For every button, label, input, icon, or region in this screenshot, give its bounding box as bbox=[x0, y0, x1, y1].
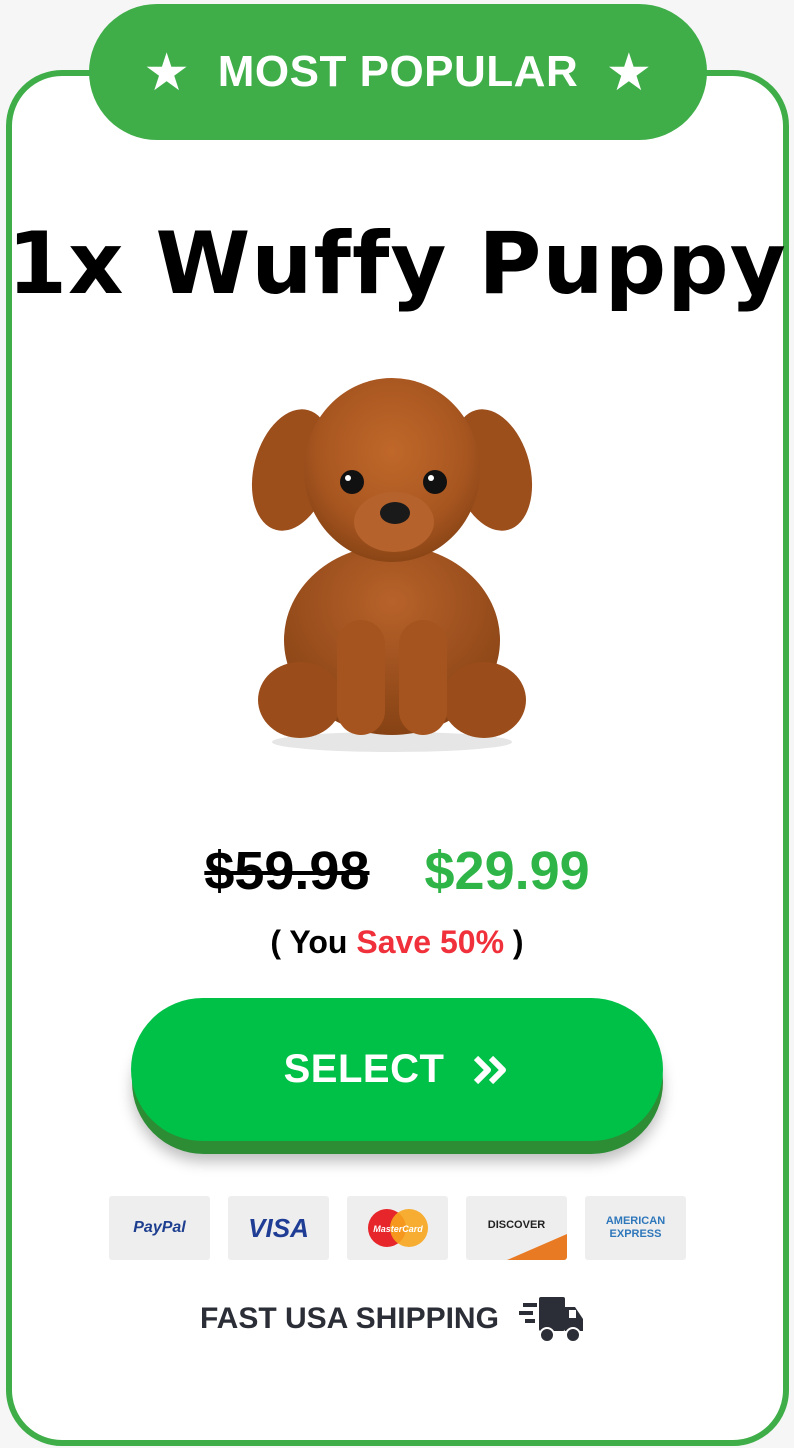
delivery-truck-icon bbox=[518, 1297, 583, 1343]
badge-label: MOST POPULAR bbox=[217, 47, 579, 96]
product-title: 1x Wuffy Puppy bbox=[7, 214, 787, 314]
star-icon: ★ bbox=[608, 46, 650, 98]
original-price: $59.98 bbox=[204, 841, 370, 901]
select-button-label: SELECT bbox=[283, 1047, 445, 1091]
mastercard-label: MasterCard bbox=[373, 1224, 423, 1234]
most-popular-badge: ★ MOST POPULAR ★ bbox=[89, 4, 707, 140]
savings-open: ( You bbox=[270, 924, 357, 960]
paypal-label: PayPal bbox=[133, 1219, 186, 1236]
savings-percent: Save 50% bbox=[356, 924, 505, 960]
plush-puppy-image bbox=[251, 378, 533, 752]
discover-label: DISCOVER bbox=[487, 1219, 546, 1231]
star-icon: ★ bbox=[146, 46, 188, 98]
select-button[interactable]: SELECT bbox=[131, 998, 663, 1141]
double-chevron-right-icon bbox=[474, 1055, 507, 1084]
shipping-label: FAST USA SHIPPING bbox=[200, 1302, 499, 1335]
shipping-info: FAST USA SHIPPING bbox=[200, 1296, 585, 1343]
discover-stripe-icon bbox=[507, 1234, 567, 1260]
mastercard-icon: MasterCard bbox=[367, 1209, 428, 1247]
amex-logo: AMERICAN EXPRESS bbox=[585, 1196, 686, 1260]
savings-note: ( You Save 50% ) bbox=[0, 924, 794, 961]
savings-close: ) bbox=[504, 924, 524, 960]
discover-logo: DISCOVER bbox=[466, 1196, 567, 1260]
sale-price: $29.99 bbox=[424, 841, 590, 901]
price-row: $59.98 $29.99 bbox=[0, 840, 794, 902]
visa-logo: VISA bbox=[228, 1196, 329, 1260]
visa-label: VISA bbox=[248, 1212, 309, 1243]
amex-label: AMERICAN EXPRESS bbox=[605, 1215, 666, 1240]
paypal-logo: PayPal bbox=[109, 1196, 210, 1260]
mastercard-logo: MasterCard bbox=[347, 1196, 448, 1260]
